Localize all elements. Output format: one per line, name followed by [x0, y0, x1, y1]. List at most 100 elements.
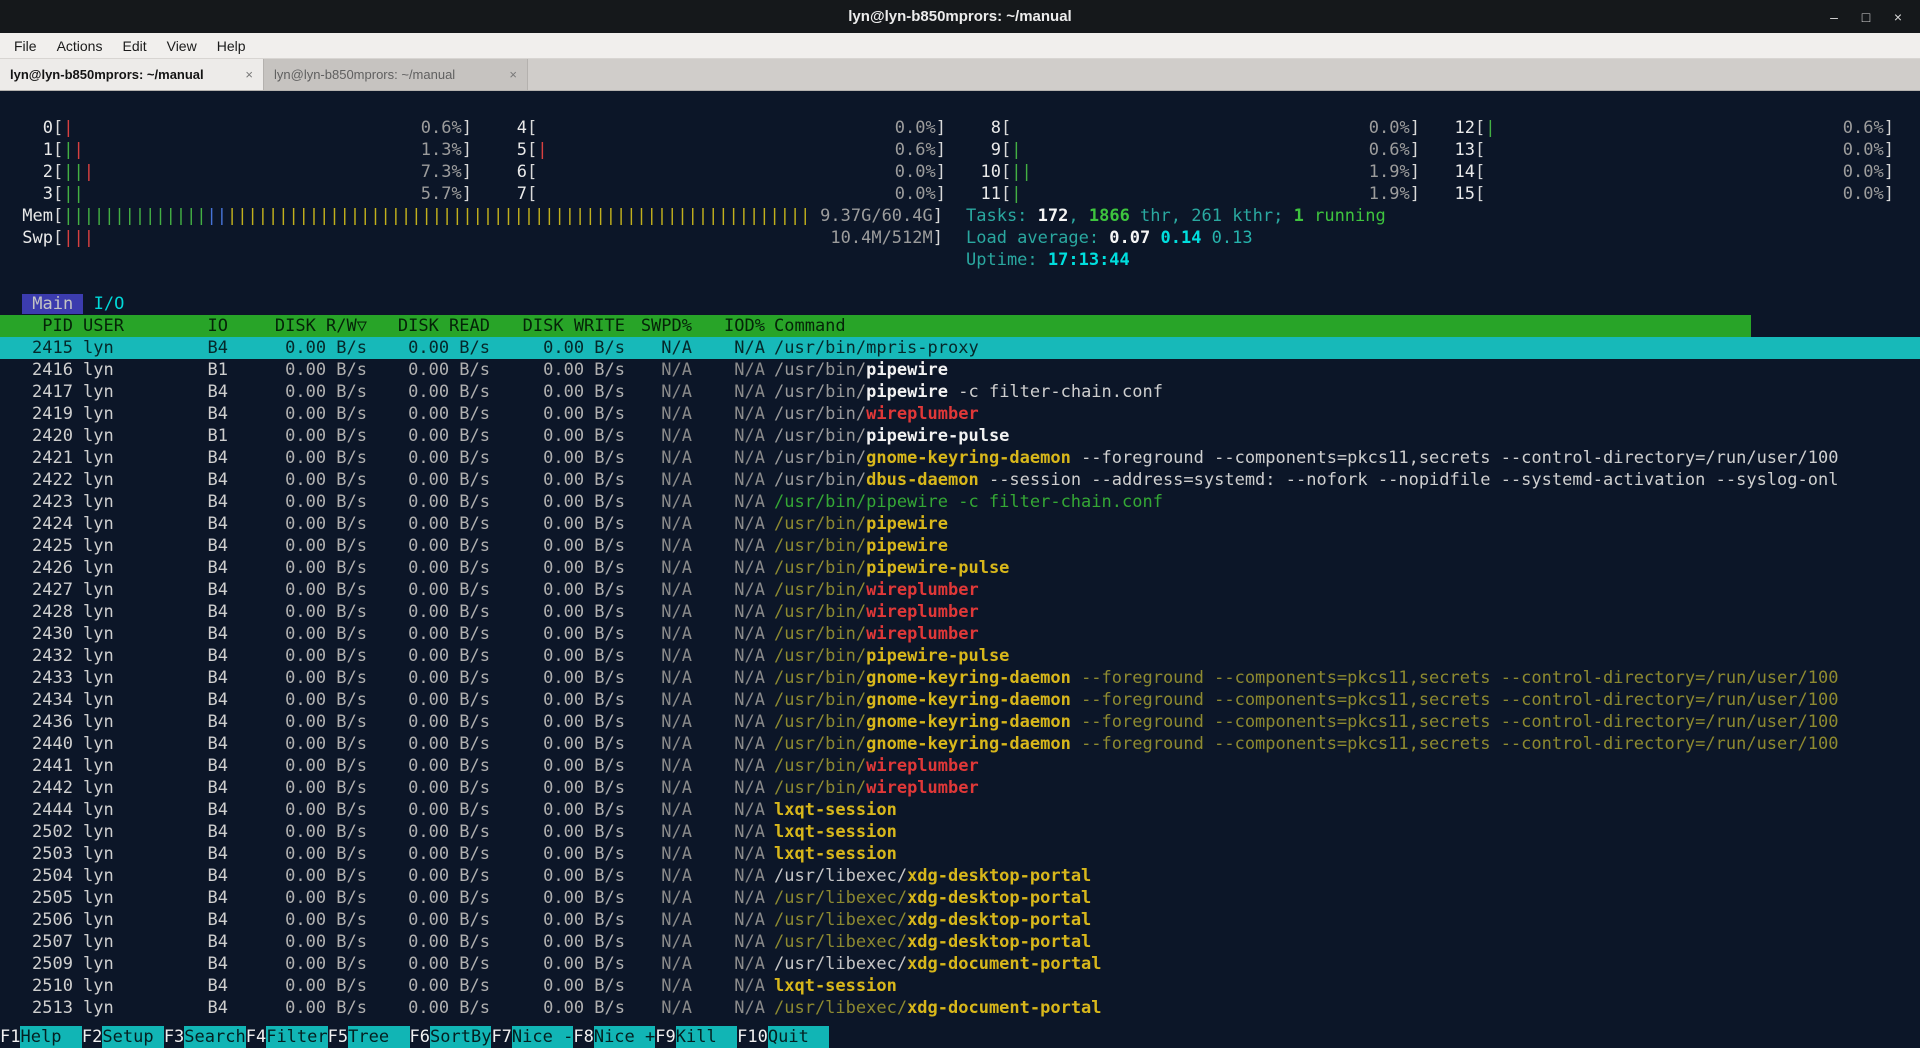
cell-command: /usr/bin/dbus-daemon --session --address…	[774, 469, 1920, 491]
col-header-swpd[interactable]: SWPD%	[625, 315, 692, 337]
minimize-button[interactable]: –	[1822, 9, 1846, 25]
fkey-nice[interactable]: F7Nice -	[491, 1026, 573, 1048]
fkey-number: F8	[573, 1026, 593, 1048]
menu-file[interactable]: File	[4, 35, 47, 57]
process-row-2425[interactable]: 2425lynB40.00 B/s0.00 B/s0.00 B/sN/AN/A/…	[0, 535, 1920, 557]
col-header-iod[interactable]: IOD%	[692, 315, 765, 337]
cell-pid: 2506	[0, 909, 73, 931]
fkey-number: F5	[328, 1026, 348, 1048]
process-row-2420[interactable]: 2420lynB10.00 B/s0.00 B/s0.00 B/sN/AN/A/…	[0, 425, 1920, 447]
menu-help[interactable]: Help	[207, 35, 256, 57]
cell-command: lxqt-session	[774, 821, 1920, 843]
tab-close-icon[interactable]: ×	[509, 67, 517, 82]
process-row-2419[interactable]: 2419lynB40.00 B/s0.00 B/s0.00 B/sN/AN/A/…	[0, 403, 1920, 425]
cell-pid: 2417	[0, 381, 73, 403]
col-header-pid[interactable]: PID	[0, 315, 73, 337]
fkey-label: Nice +	[594, 1026, 655, 1048]
cell-disk-read: 0.00 B/s	[367, 579, 490, 601]
cell-disk-write: 0.00 B/s	[490, 425, 625, 447]
fkey-nice[interactable]: F8Nice +	[573, 1026, 655, 1048]
process-row-2432[interactable]: 2432lynB40.00 B/s0.00 B/s0.00 B/sN/AN/A/…	[0, 645, 1920, 667]
process-row-2415[interactable]: 2415lynB40.00 B/s0.00 B/s0.00 B/sN/AN/A/…	[0, 337, 1920, 359]
menu-view[interactable]: View	[157, 35, 207, 57]
cell-iod: N/A	[692, 689, 765, 711]
cell-user: lyn	[83, 513, 193, 535]
process-row-2424[interactable]: 2424lynB40.00 B/s0.00 B/s0.00 B/sN/AN/A/…	[0, 513, 1920, 535]
fkey-sortby[interactable]: F6SortBy	[410, 1026, 492, 1048]
process-row-2433[interactable]: 2433lynB40.00 B/s0.00 B/s0.00 B/sN/AN/A/…	[0, 667, 1920, 689]
title-bar[interactable]: lyn@lyn-b850mprors: ~/manual –□×	[0, 0, 1920, 33]
terminal-tab-2[interactable]: lyn@lyn-b850mprors: ~/manual×	[264, 59, 528, 90]
terminal-tab-1[interactable]: lyn@lyn-b850mprors: ~/manual×	[0, 59, 264, 90]
process-row-2441[interactable]: 2441lynB40.00 B/s0.00 B/s0.00 B/sN/AN/A/…	[0, 755, 1920, 777]
screen-tab-main[interactable]: Main	[22, 294, 83, 314]
cpu-percent: 0.0%	[895, 117, 936, 139]
process-row-2436[interactable]: 2436lynB40.00 B/s0.00 B/s0.00 B/sN/AN/A/…	[0, 711, 1920, 733]
cpu-meter-5: 5[|0.6%]	[496, 139, 946, 161]
cell-iod: N/A	[692, 711, 765, 733]
cell-disk-write: 0.00 B/s	[490, 931, 625, 953]
process-row-2442[interactable]: 2442lynB40.00 B/s0.00 B/s0.00 B/sN/AN/A/…	[0, 777, 1920, 799]
process-row-2421[interactable]: 2421lynB40.00 B/s0.00 B/s0.00 B/sN/AN/A/…	[0, 447, 1920, 469]
col-header-io[interactable]: IO	[193, 315, 228, 337]
cpu-meter-row: 1[||1.3%]5[|0.6%]9[|0.6%]13[0.0%]	[0, 139, 1920, 161]
cpu-label: 1	[22, 139, 53, 161]
fkey-filter[interactable]: F4Filter	[246, 1026, 328, 1048]
fkey-help[interactable]: F1Help	[0, 1026, 82, 1048]
process-row-2504[interactable]: 2504lynB40.00 B/s0.00 B/s0.00 B/sN/AN/A/…	[0, 865, 1920, 887]
process-row-2510[interactable]: 2510lynB40.00 B/s0.00 B/s0.00 B/sN/AN/Al…	[0, 975, 1920, 997]
process-row-2507[interactable]: 2507lynB40.00 B/s0.00 B/s0.00 B/sN/AN/A/…	[0, 931, 1920, 953]
menu-edit[interactable]: Edit	[112, 35, 156, 57]
process-row-2444[interactable]: 2444lynB40.00 B/s0.00 B/s0.00 B/sN/AN/Al…	[0, 799, 1920, 821]
cell-io: B4	[193, 667, 228, 689]
fkey-quit[interactable]: F10Quit	[737, 1026, 829, 1048]
menu-actions[interactable]: Actions	[47, 35, 113, 57]
cell-disk-rw: 0.00 B/s	[228, 579, 367, 601]
meter-bracket: ]	[462, 161, 472, 183]
fkey-kill[interactable]: F9Kill	[655, 1026, 737, 1048]
process-row-2417[interactable]: 2417lynB40.00 B/s0.00 B/s0.00 B/sN/AN/A/…	[0, 381, 1920, 403]
col-header-diskrw[interactable]: DISK R/W▽	[228, 315, 367, 337]
meter-bracket: [	[527, 139, 537, 161]
close-button[interactable]: ×	[1886, 9, 1910, 25]
process-row-2440[interactable]: 2440lynB40.00 B/s0.00 B/s0.00 B/sN/AN/A/…	[0, 733, 1920, 755]
cell-iod: N/A	[692, 359, 765, 381]
col-header-command[interactable]: Command	[774, 315, 1751, 337]
col-header-diskread[interactable]: DISK READ	[367, 315, 490, 337]
process-row-2502[interactable]: 2502lynB40.00 B/s0.00 B/s0.00 B/sN/AN/Al…	[0, 821, 1920, 843]
cell-swpd: N/A	[625, 821, 692, 843]
cell-io: B4	[193, 381, 228, 403]
cell-io: B4	[193, 689, 228, 711]
process-row-2430[interactable]: 2430lynB40.00 B/s0.00 B/s0.00 B/sN/AN/A/…	[0, 623, 1920, 645]
process-row-2428[interactable]: 2428lynB40.00 B/s0.00 B/s0.00 B/sN/AN/A/…	[0, 601, 1920, 623]
fkey-tree[interactable]: F5Tree	[328, 1026, 410, 1048]
meter-bracket: [	[1001, 139, 1011, 161]
cpu-meter-4: 4[0.0%]	[496, 117, 946, 139]
process-row-2416[interactable]: 2416lynB10.00 B/s0.00 B/s0.00 B/sN/AN/A/…	[0, 359, 1920, 381]
process-row-2503[interactable]: 2503lynB40.00 B/s0.00 B/s0.00 B/sN/AN/Al…	[0, 843, 1920, 865]
fkey-search[interactable]: F3Search	[164, 1026, 246, 1048]
col-header-diskwrite[interactable]: DISK WRITE	[490, 315, 625, 337]
cell-pid: 2440	[0, 733, 73, 755]
process-row-2427[interactable]: 2427lynB40.00 B/s0.00 B/s0.00 B/sN/AN/A/…	[0, 579, 1920, 601]
process-row-2423[interactable]: 2423lynB40.00 B/s0.00 B/s0.00 B/sN/AN/A/…	[0, 491, 1920, 513]
screen-tab-io[interactable]: I/O	[83, 294, 134, 314]
cpu-meter-6: 6[0.0%]	[496, 161, 946, 183]
cell-swpd: N/A	[625, 689, 692, 711]
process-row-2426[interactable]: 2426lynB40.00 B/s0.00 B/s0.00 B/sN/AN/A/…	[0, 557, 1920, 579]
fkey-setup[interactable]: F2Setup	[82, 1026, 164, 1048]
process-row-2434[interactable]: 2434lynB40.00 B/s0.00 B/s0.00 B/sN/AN/A/…	[0, 689, 1920, 711]
tab-close-icon[interactable]: ×	[245, 67, 253, 82]
cell-swpd: N/A	[625, 491, 692, 513]
col-header-user[interactable]: USER	[83, 315, 193, 337]
cell-user: lyn	[83, 865, 193, 887]
maximize-button[interactable]: □	[1854, 9, 1878, 25]
meter-bracket: ]	[1884, 161, 1894, 183]
process-row-2506[interactable]: 2506lynB40.00 B/s0.00 B/s0.00 B/sN/AN/A/…	[0, 909, 1920, 931]
memory-meter: Mem[||||||||||||||||||||||||||||||||||||…	[22, 205, 943, 227]
process-row-2505[interactable]: 2505lynB40.00 B/s0.00 B/s0.00 B/sN/AN/A/…	[0, 887, 1920, 909]
cpu-percent: 0.6%	[1843, 117, 1884, 139]
process-row-2422[interactable]: 2422lynB40.00 B/s0.00 B/s0.00 B/sN/AN/A/…	[0, 469, 1920, 491]
process-row-2513[interactable]: 2513lynB40.00 B/s0.00 B/s0.00 B/sN/AN/A/…	[0, 997, 1920, 1019]
process-row-2509[interactable]: 2509lynB40.00 B/s0.00 B/s0.00 B/sN/AN/A/…	[0, 953, 1920, 975]
